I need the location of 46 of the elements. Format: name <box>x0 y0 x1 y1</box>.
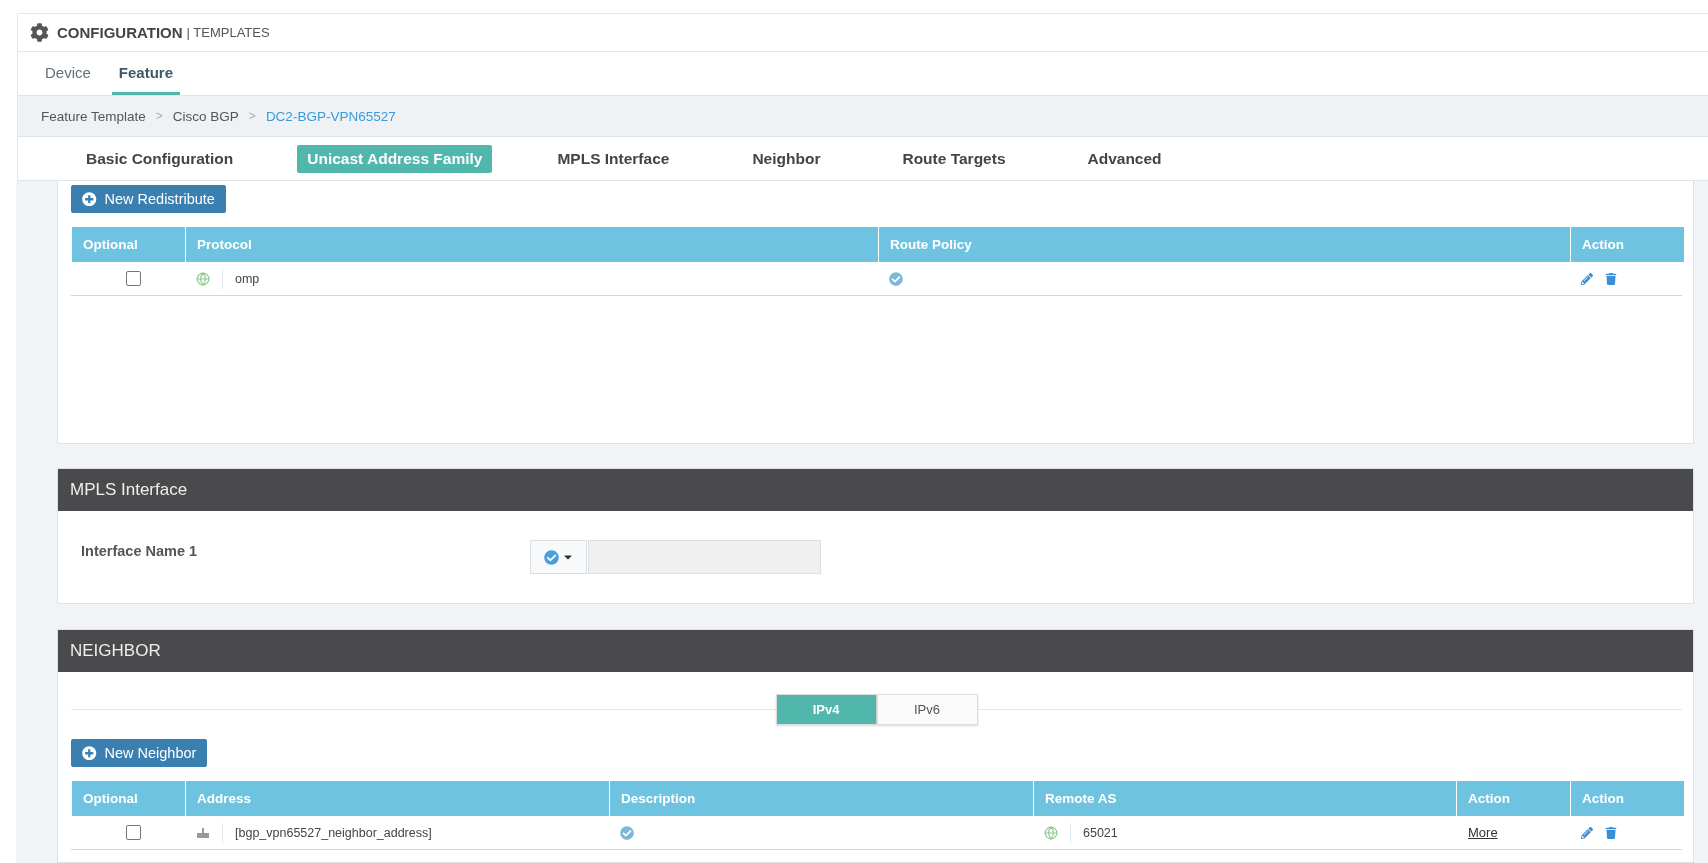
tab[interactable]: Device <box>38 52 98 95</box>
settings-icon <box>30 23 49 42</box>
globe-icon <box>1044 825 1058 840</box>
section-title: NEIGHBOR <box>58 630 1693 672</box>
section-tab[interactable]: MPLS Interface <box>547 144 680 173</box>
breadcrumb-item[interactable]: Cisco BGP <box>172 108 239 124</box>
column-header: Action <box>1570 781 1684 816</box>
column-header: Address <box>185 781 609 816</box>
table-cell: 65021 <box>1070 822 1118 843</box>
page-subtitle: | TEMPLATES <box>186 25 270 40</box>
plus-icon <box>82 745 97 761</box>
field-label: Interface Name 1 <box>81 543 199 559</box>
delete-icon[interactable] <box>1605 826 1617 839</box>
more-link[interactable]: More <box>1468 825 1498 840</box>
checkbox[interactable] <box>126 825 141 840</box>
section-tab[interactable]: Neighbor <box>742 144 831 173</box>
column-header: Route Policy <box>878 227 1570 262</box>
breadcrumb-item[interactable]: Feature Template <box>41 108 146 124</box>
new-redistribute-button[interactable]: New Redistribute <box>71 185 226 213</box>
edit-icon[interactable] <box>1581 826 1593 839</box>
section-tab[interactable]: Route Targets <box>892 144 1016 173</box>
checkbox[interactable] <box>126 271 141 286</box>
plus-icon <box>82 191 97 207</box>
column-header: Action <box>1456 781 1570 816</box>
delete-icon[interactable] <box>1605 272 1617 285</box>
input-field[interactable] <box>588 540 821 574</box>
column-header: Action <box>1570 227 1684 262</box>
column-header: Optional <box>71 781 185 816</box>
router-icon <box>196 826 210 839</box>
scope-dropdown[interactable] <box>530 540 587 574</box>
table-cell: [bgp_vpn65527_neighbor_address] <box>222 822 432 843</box>
column-header: Remote AS <box>1033 781 1456 816</box>
column-header: Protocol <box>185 227 878 262</box>
section-tab[interactable]: Advanced <box>1077 144 1172 173</box>
column-header: Optional <box>71 227 185 262</box>
section-title: MPLS Interface <box>58 469 1693 511</box>
breadcrumb-separator: > <box>248 109 256 123</box>
section-tab[interactable]: Basic Configuration <box>76 144 244 173</box>
column-header: Description <box>609 781 1033 816</box>
table-cell: omp <box>222 268 260 289</box>
edit-icon[interactable] <box>1581 272 1593 285</box>
ip-version-toggle[interactable]: IPv6 <box>876 694 978 725</box>
page-title: CONFIGURATION <box>57 24 183 41</box>
globe-icon <box>196 271 210 286</box>
new-neighbor-button[interactable]: New Neighbor <box>71 739 208 767</box>
breadcrumb-separator: > <box>155 109 163 123</box>
